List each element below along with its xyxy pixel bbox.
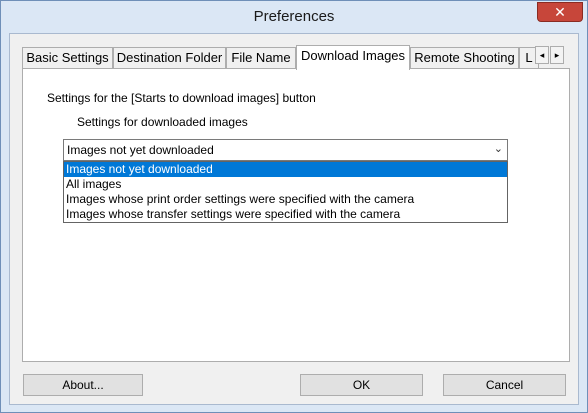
panel-heading: Settings for the [Starts to download ima… bbox=[47, 91, 316, 105]
downloaded-images-combo[interactable]: Images not yet downloaded ⌄ bbox=[63, 139, 508, 161]
tab-download-images[interactable]: Download Images bbox=[296, 45, 410, 70]
dialog-client-area: Basic Settings Destination Folder File N… bbox=[9, 33, 579, 405]
tab-scroll-right-icon[interactable]: ▸ bbox=[550, 46, 564, 64]
downloaded-images-label: Settings for downloaded images bbox=[77, 115, 248, 129]
combo-selected-value: Images not yet downloaded bbox=[67, 143, 214, 157]
chevron-down-icon[interactable]: ⌄ bbox=[494, 142, 503, 155]
option-all-images[interactable]: All images bbox=[64, 177, 507, 192]
tab-basic-settings[interactable]: Basic Settings bbox=[22, 47, 113, 69]
tab-file-name[interactable]: File Name bbox=[226, 47, 296, 69]
option-not-yet-downloaded[interactable]: Images not yet downloaded bbox=[64, 162, 507, 177]
tab-destination-folder[interactable]: Destination Folder bbox=[113, 47, 226, 69]
preferences-window: Preferences ✕ Basic Settings Destination… bbox=[0, 0, 588, 413]
tab-scroll-left-icon[interactable]: ◂ bbox=[535, 46, 549, 64]
option-print-order[interactable]: Images whose print order settings were s… bbox=[64, 192, 507, 207]
tab-strip: Basic Settings Destination Folder File N… bbox=[22, 45, 539, 70]
ok-button[interactable]: OK bbox=[300, 374, 423, 396]
option-transfer-settings[interactable]: Images whose transfer settings were spec… bbox=[64, 207, 507, 222]
window-title: Preferences bbox=[253, 8, 335, 25]
close-button[interactable]: ✕ bbox=[537, 2, 583, 22]
cancel-button[interactable]: Cancel bbox=[443, 374, 566, 396]
title-bar[interactable]: Preferences ✕ bbox=[1, 1, 587, 33]
about-button[interactable]: About... bbox=[23, 374, 143, 396]
tab-remote-shooting[interactable]: Remote Shooting bbox=[410, 47, 519, 69]
combo-dropdown-list: Images not yet downloaded All images Ima… bbox=[63, 161, 508, 223]
